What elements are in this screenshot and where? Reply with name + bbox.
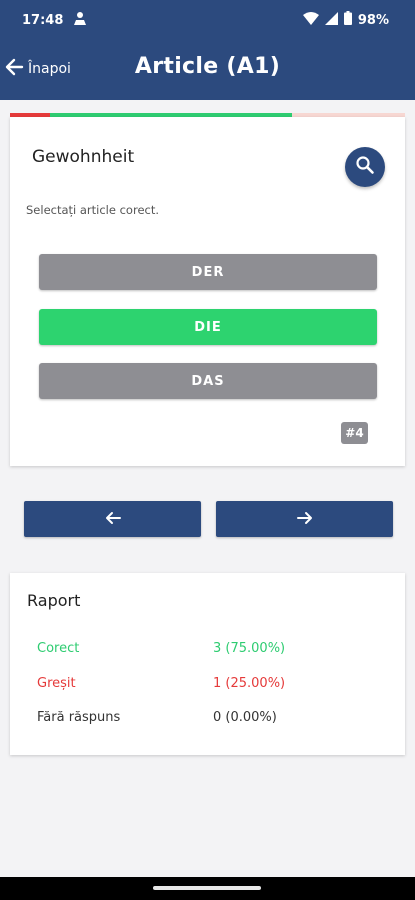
report-value-correct: 3 (75.00%) (213, 641, 286, 656)
instruction-text: Selectați article corect. (26, 203, 160, 217)
option-das-button[interactable]: DAS (39, 363, 377, 399)
next-button[interactable] (216, 501, 393, 537)
arrow-left-icon (105, 510, 121, 529)
question-card: Gewohnheit Selectați article corect. DER… (10, 117, 405, 466)
report-label-correct: Corect (37, 641, 80, 656)
signal-icon (324, 11, 338, 29)
app-bar: Înapoi Article (A1) (0, 40, 415, 100)
report-value-unanswered: 0 (0.00%) (213, 710, 277, 725)
report-value-incorrect: 1 (25.00%) (213, 676, 286, 691)
status-time: 17:48 (22, 12, 64, 28)
battery-level: 98% (357, 12, 389, 28)
option-die-button[interactable]: DIE (39, 309, 377, 345)
report-card: Raport Corect 3 (75.00%) Greșit 1 (25.00… (10, 573, 405, 755)
person-pin-icon (73, 10, 87, 30)
page-title: Article (A1) (134, 54, 281, 79)
previous-button[interactable] (24, 501, 201, 537)
system-nav-bar (0, 877, 415, 900)
home-gesture-handle[interactable] (153, 886, 261, 890)
report-label-unanswered: Fără răspuns (37, 710, 121, 725)
question-word: Gewohnheit (32, 147, 135, 167)
report-label-incorrect: Greșit (37, 676, 76, 691)
question-number-badge: #4 (341, 422, 368, 444)
option-der-button[interactable]: DER (39, 254, 377, 290)
wifi-icon (302, 11, 319, 29)
top-bar: 17:48 98% Înapoi Article (A1) (0, 0, 415, 100)
battery-icon (343, 11, 352, 29)
search-button[interactable] (345, 147, 385, 187)
arrow-right-icon (296, 510, 313, 529)
report-title: Raport (27, 591, 81, 610)
search-icon (355, 155, 375, 179)
status-bar: 17:48 98% (0, 0, 415, 40)
